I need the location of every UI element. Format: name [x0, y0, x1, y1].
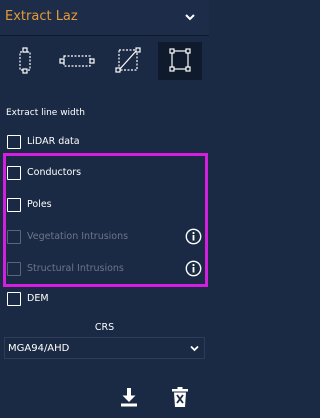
box-select-icon	[169, 48, 191, 72]
horizontal-corridor-icon	[59, 55, 95, 67]
section-label: Extract line width	[6, 108, 86, 118]
lidar-data-checkbox[interactable]	[7, 135, 21, 149]
panel-title: Extract Laz	[5, 9, 78, 24]
dem-checkbox[interactable]	[7, 292, 21, 306]
option-dem[interactable]: DEM	[0, 289, 209, 311]
chevron-down-icon[interactable]	[183, 10, 197, 24]
tool-box-select-button[interactable]	[158, 42, 202, 80]
trash-icon[interactable]	[170, 386, 190, 408]
option-label: DEM	[27, 293, 49, 304]
crs-select[interactable]: MGA94/AHD	[4, 337, 205, 359]
option-label: LiDAR data	[27, 136, 80, 147]
download-icon[interactable]	[119, 386, 139, 408]
panel-header[interactable]: Extract Laz	[0, 0, 209, 36]
option-lidar-data[interactable]: LiDAR data	[0, 132, 209, 154]
diagonal-corridor-icon	[115, 47, 141, 73]
tool-vertical-corridor-button[interactable]	[4, 42, 48, 80]
tool-diagonal-corridor-button[interactable]	[106, 42, 150, 80]
crs-label: CRS	[94, 322, 115, 333]
highlight-box	[3, 153, 208, 287]
vertical-corridor-icon	[19, 47, 31, 74]
chevron-down-icon	[190, 345, 199, 352]
tool-horizontal-corridor-button[interactable]	[55, 42, 99, 80]
crs-value: MGA94/AHD	[8, 343, 70, 354]
